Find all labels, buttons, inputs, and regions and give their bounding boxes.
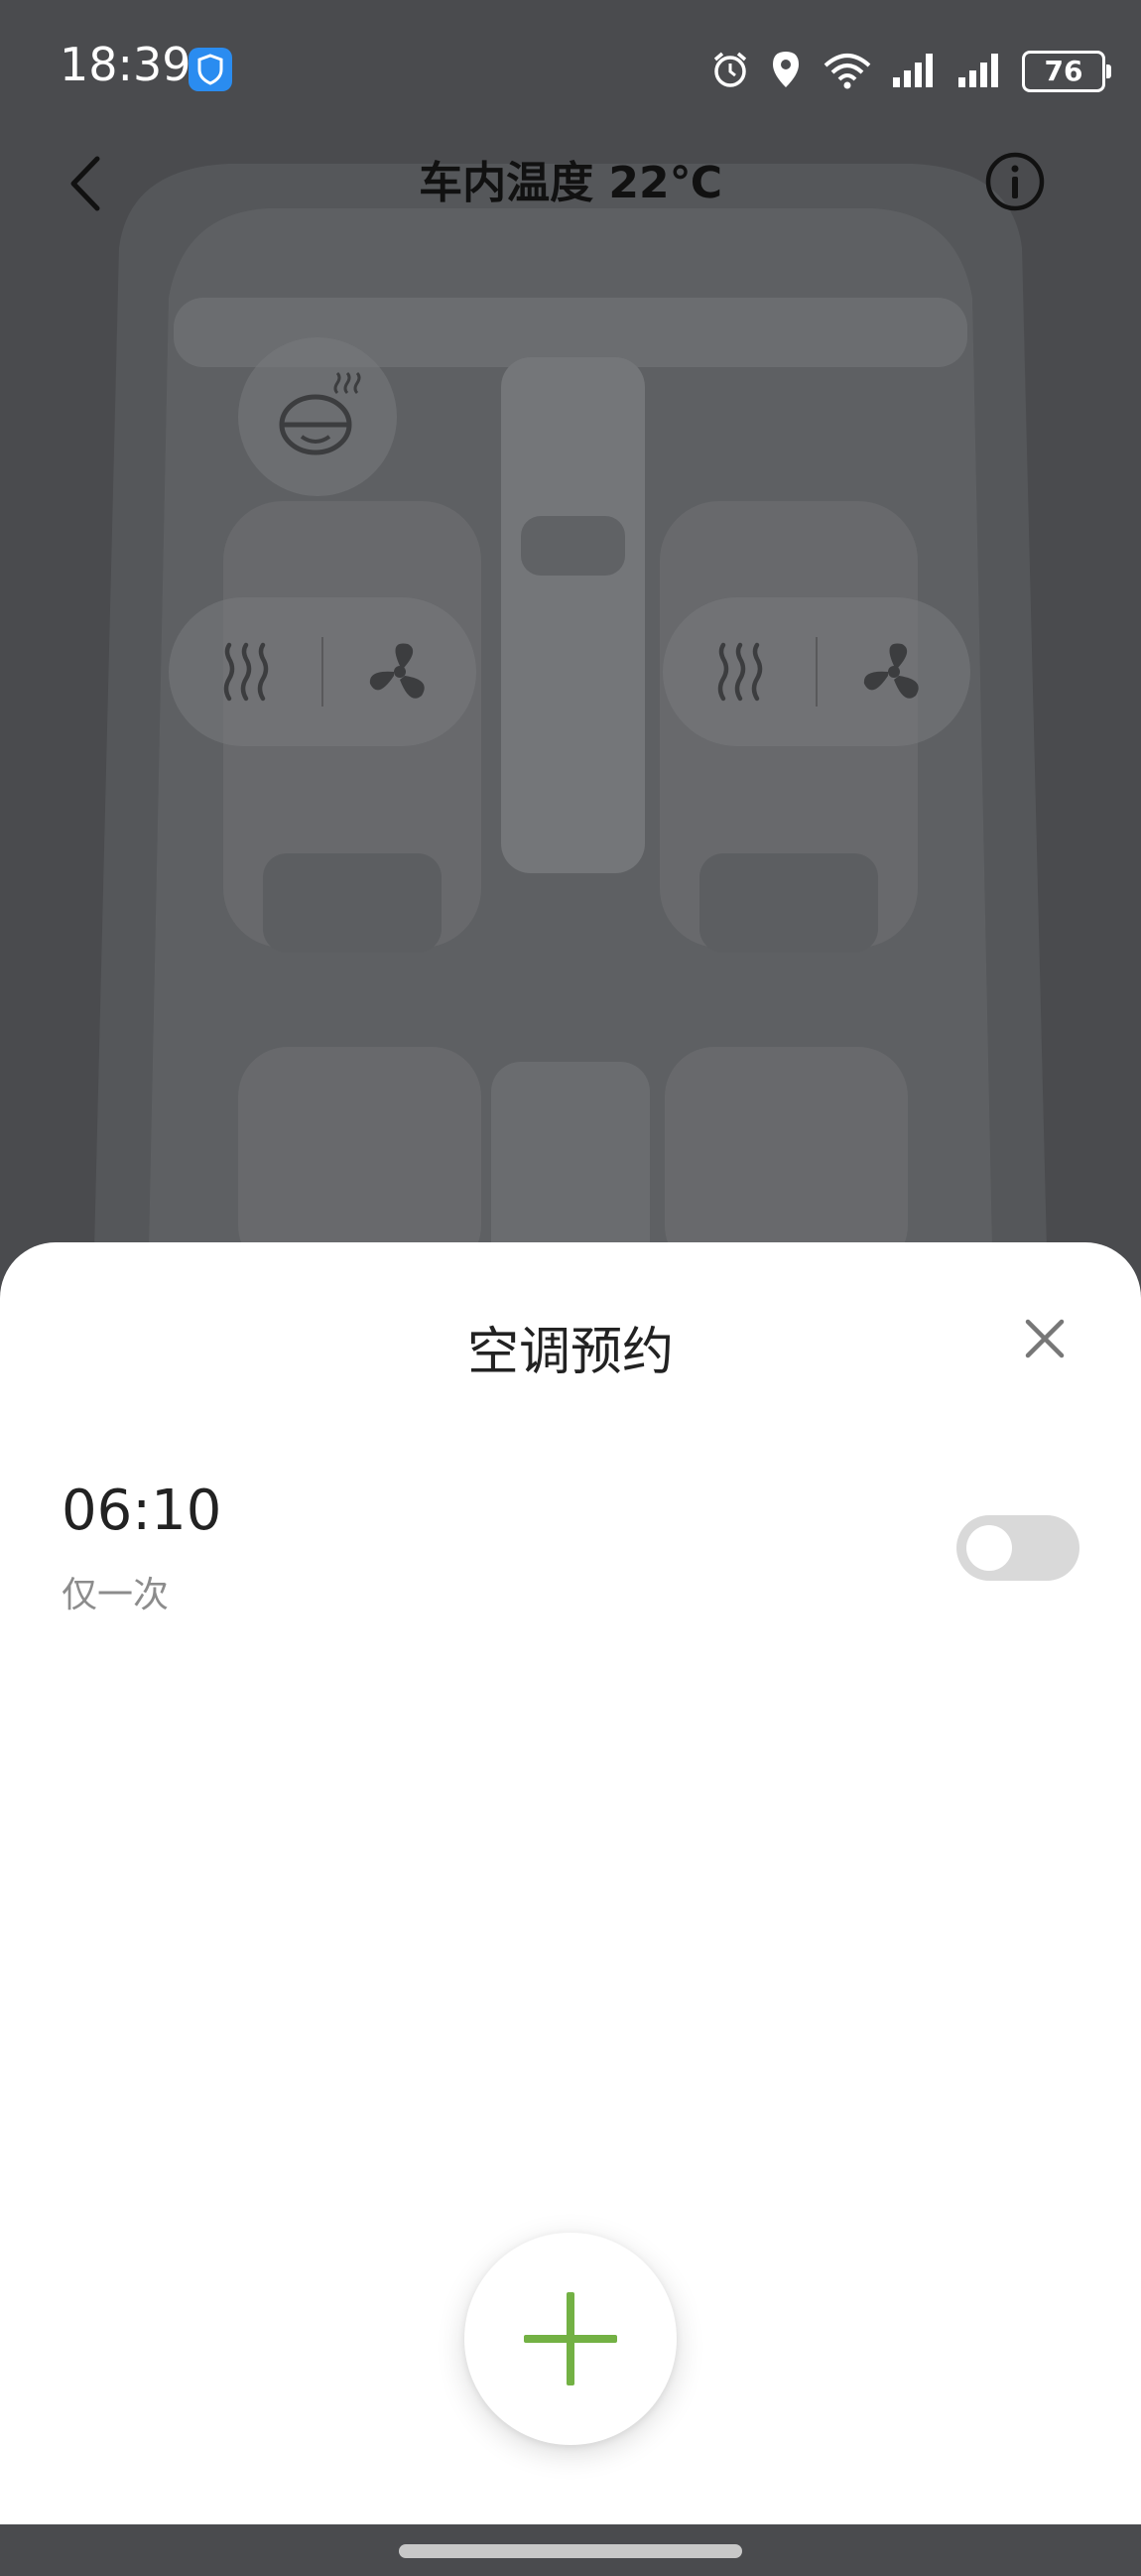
right-seat-fan-button[interactable]: [817, 597, 970, 746]
steering-wheel-heat-icon: [279, 371, 361, 455]
close-icon: [1025, 1319, 1065, 1358]
signal-icon: [956, 50, 1006, 93]
seat-fan-icon: [863, 643, 919, 699]
seat-heat-icon: [223, 642, 268, 702]
left-seat-heat-button[interactable]: [169, 597, 322, 746]
page-title: 车内温度 22℃: [419, 158, 722, 208]
sheet-title: 空调预约: [466, 1323, 674, 1382]
seat-heat-icon: [717, 642, 762, 702]
info-icon: [985, 152, 1045, 211]
home-indicator[interactable]: [399, 2544, 742, 2558]
right-seat-heat-button[interactable]: [663, 597, 817, 746]
left-seat-fan-button[interactable]: [322, 597, 476, 746]
toggle-knob: [966, 1525, 1012, 1571]
steering-wheel-heat-button[interactable]: [238, 337, 397, 496]
seat-fan-icon: [369, 643, 425, 699]
ac-schedule-sheet: 空调预约 06:10 仅一次: [0, 1242, 1141, 2524]
right-seat-controls: [663, 597, 970, 746]
close-button[interactable]: [1014, 1308, 1076, 1369]
left-seat-controls: [169, 597, 476, 746]
signal-icon: [891, 50, 941, 93]
status-time: 18:39: [60, 38, 191, 91]
schedule-toggle[interactable]: [956, 1515, 1079, 1581]
wifi-icon: [820, 48, 875, 95]
status-bar: 18:39 76: [0, 0, 1141, 139]
alarm-icon: [708, 48, 752, 95]
schedule-repeat: 仅一次: [62, 1575, 170, 1615]
schedule-time: 06:10: [62, 1479, 222, 1543]
info-button[interactable]: [984, 151, 1046, 212]
battery-icon: 76: [1022, 51, 1111, 92]
location-icon: [768, 48, 804, 95]
add-schedule-button[interactable]: [464, 2233, 677, 2445]
app-shield-icon: [189, 48, 232, 91]
navigation-bar: [0, 2524, 1141, 2576]
